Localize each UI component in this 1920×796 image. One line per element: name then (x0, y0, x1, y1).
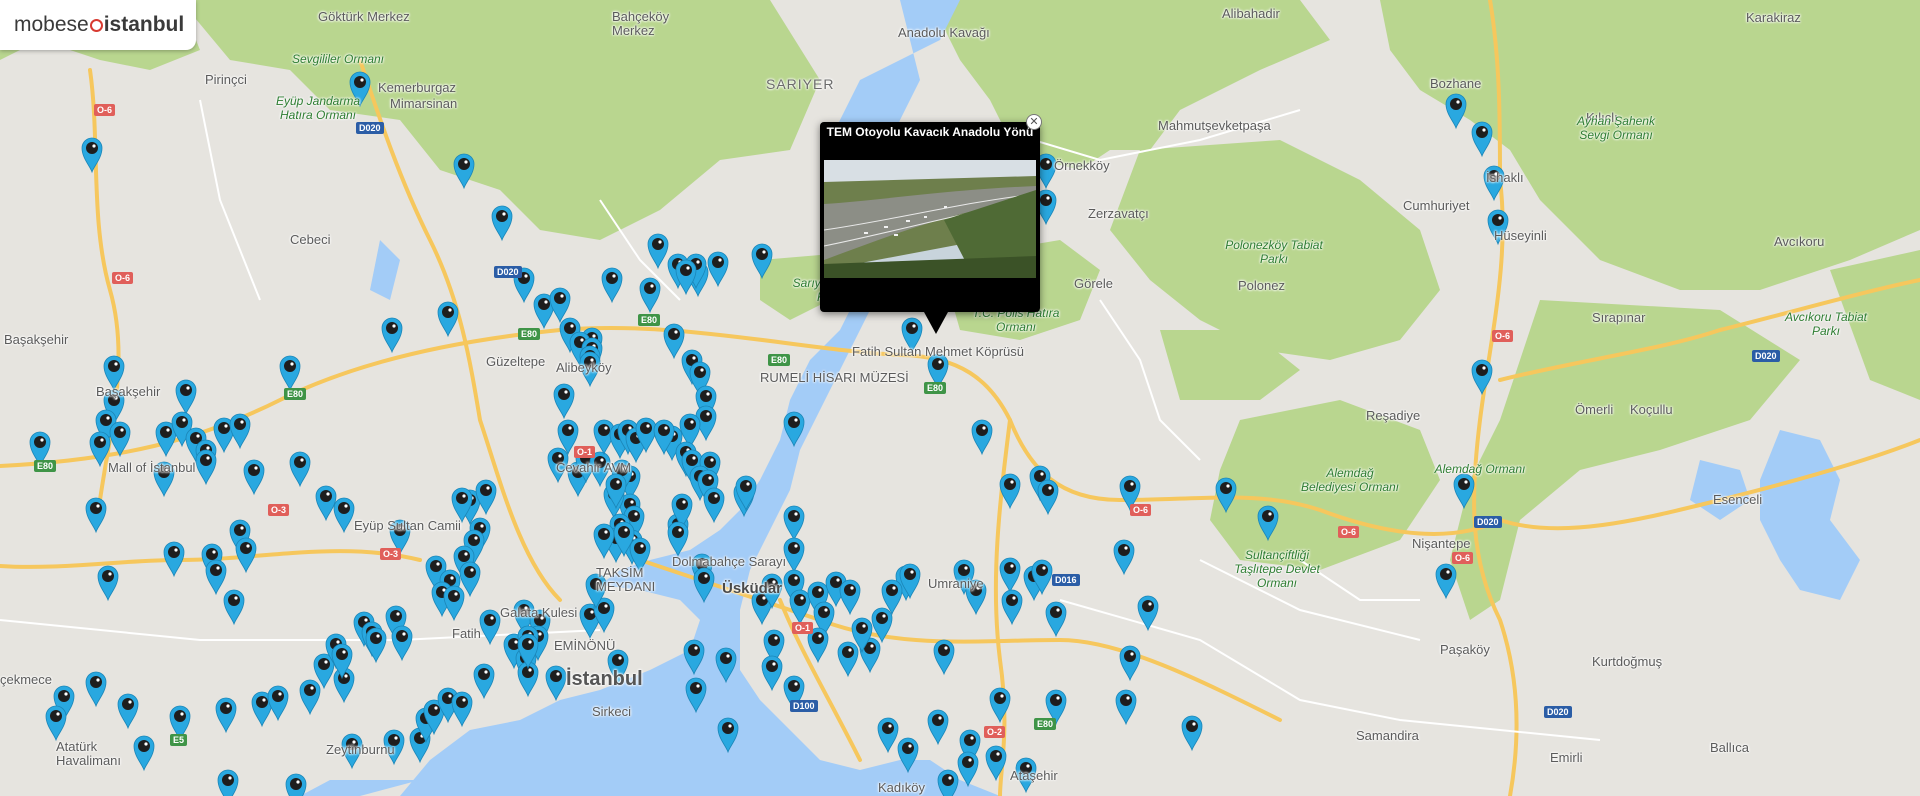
road-shield: O-1 (792, 622, 814, 634)
map-label: Hüseyinli (1494, 228, 1547, 243)
map-label: Mall of İstanbul (108, 460, 196, 475)
map-label: Esenceli (1713, 492, 1763, 507)
road-shield: E80 (924, 382, 947, 394)
map-label: Zerzavatçı (1088, 206, 1149, 221)
map-label: Emirli (1550, 750, 1583, 765)
camera-pin-icon[interactable] (285, 773, 307, 796)
camera-popup: TEM Otoyolu Kavacık Anadolu Yönü (820, 122, 1040, 334)
map-label: Fatih Sultan Mehmet Köprüsü (852, 344, 1024, 359)
map-label: Alibeyköy (556, 360, 612, 375)
map-label: Pirinçci (205, 72, 247, 87)
map-label: Polonezköy Tabiat Parkı (1225, 238, 1323, 266)
map-label: Mahmutşevketpaşa (1158, 118, 1271, 133)
road-shield: D020 (1474, 516, 1502, 528)
map-label: Polonez (1238, 278, 1285, 293)
logo-ring-icon (89, 18, 103, 32)
road-shield: E80 (638, 314, 661, 326)
map-label: Ballıca (1710, 740, 1750, 755)
road-shield: D020 (1752, 350, 1780, 362)
camera-snapshot[interactable] (824, 160, 1036, 294)
road-shield: D100 (790, 700, 818, 712)
road-shield: O-6 (1130, 504, 1152, 516)
map-label: Sirkeci (592, 704, 632, 719)
map-label: Sırapınar (1592, 310, 1646, 325)
map-label: çekmece (0, 672, 53, 687)
map-label: Cumhuriyet (1403, 198, 1470, 213)
road-shield: D016 (1052, 574, 1080, 586)
map-label: Umraniye (928, 576, 984, 591)
road-shield: E80 (1034, 718, 1057, 730)
map-label: SARIYER (766, 76, 835, 92)
map-label: Atatürk Havalimanı (56, 739, 122, 768)
road-shield: D020 (356, 122, 384, 134)
map-label: Alibahadir (1222, 6, 1280, 21)
map-label: Görele (1074, 276, 1114, 291)
map-label: Cebeci (290, 232, 331, 247)
map-label: Sevgililer Ormanı (291, 52, 385, 66)
map-label: EMİNÖNÜ (554, 638, 616, 653)
road-shield: D020 (1544, 706, 1572, 718)
map-label: Avcıkoru Tabiat Parkı (1784, 310, 1868, 338)
logo-text-mobese: mobese (14, 13, 89, 36)
map-label: Alemdağ Ormanı (1434, 462, 1526, 476)
logo-text-istanbul: istanbul (103, 13, 185, 36)
road-shield: O-6 (1492, 330, 1514, 342)
road-shield: E80 (284, 388, 307, 400)
map-label: Kurtdoğmuş (1592, 654, 1663, 669)
map-label: Nişantepe (1412, 536, 1471, 551)
map-label: Üsküdar (722, 580, 783, 597)
map-label: Paşaköy (1440, 642, 1490, 657)
map-label: Karakiraz (1746, 10, 1801, 25)
map-label: Reşadiye (1366, 408, 1421, 423)
map-label: Samandira (1356, 728, 1419, 743)
map-label: TAKSİM MEYDANI (596, 565, 656, 594)
map-label: Göktürk Merkez (318, 9, 410, 24)
road-shield: E80 (34, 460, 57, 472)
road-shield: O-1 (574, 446, 596, 458)
camera-popup-pointer (924, 312, 948, 334)
map-label: Başakşehir (4, 332, 69, 347)
road-shield: O-6 (1338, 526, 1360, 538)
road-shield: E5 (170, 734, 188, 746)
map-label: Ataşehir (1010, 768, 1058, 783)
road-shield: O-3 (380, 548, 402, 560)
map-label: Güzeltepe (486, 354, 546, 369)
map-label: Zeytinburnu (326, 742, 395, 757)
map-label: Bozhane (1430, 76, 1482, 91)
road-shield: O-6 (1452, 552, 1474, 564)
map-label: Eyüp Sultan Camii (354, 518, 461, 533)
map-label: İshaklı (1486, 170, 1524, 185)
road-shield: E80 (768, 354, 791, 366)
road-shield: O-3 (268, 504, 290, 516)
map-label: Bahçeköy Merkez (612, 9, 670, 38)
close-icon[interactable]: ✕ (1026, 114, 1042, 130)
camera-popup-title: TEM Otoyolu Kavacık Anadolu Yönü (826, 125, 1034, 139)
road-shield: D020 (494, 266, 522, 278)
map-label: Başakşehir (96, 384, 161, 399)
map-label: Eyüp Jandarma Hatıra Ormanı (275, 94, 361, 122)
road-shield: O-6 (112, 272, 134, 284)
map-label: Anadolu Kavağı (898, 25, 990, 40)
road-shield: O-6 (94, 104, 116, 116)
mobese-istanbul-logo[interactable]: mobese istanbul (0, 0, 196, 50)
map-label: RUMELİ HİSARI MÜZESİ (760, 370, 909, 385)
map-label: Ayhan Şahenk Sevgi Ormanı (1577, 114, 1655, 142)
road-shield: O-2 (984, 726, 1006, 738)
map-label: Fatih (452, 626, 481, 641)
map-label: Koçullu (1630, 402, 1673, 417)
map-label: Mimarsinan (390, 96, 458, 111)
map-label: Kemerburgaz (378, 80, 457, 95)
map-label: Ömerli (1575, 402, 1614, 417)
map-label: Sultançiftliği Taşlıtepe Devlet Ormanı (1234, 548, 1320, 590)
map-label: Alemdağ Belediyesi Ormanı (1300, 466, 1400, 494)
map-label: Cevahir AVM (556, 460, 631, 475)
map-label: Avcıkoru (1774, 234, 1825, 249)
map-label: Kadıköy (878, 780, 925, 795)
map-label: İstanbul (566, 668, 643, 690)
road-shield: E80 (518, 328, 541, 340)
map-label: Galata Kulesi (500, 605, 578, 620)
map-label: Örnekköy (1054, 158, 1110, 173)
